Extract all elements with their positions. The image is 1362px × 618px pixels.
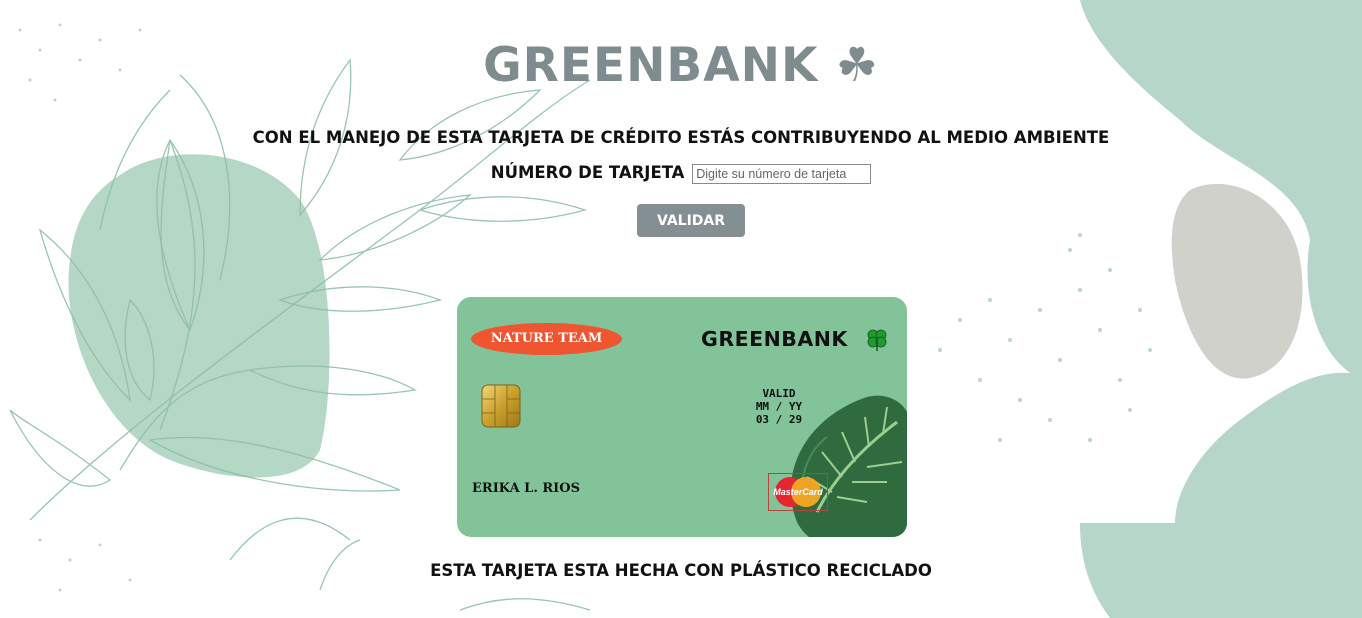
credit-card: NATURE TEAM GREENBANK VALID MM / YY 03 /… <box>457 297 907 537</box>
card-brand-name: GREENBANK <box>701 327 848 351</box>
valid-label: VALID <box>762 387 796 400</box>
chip-icon <box>481 384 521 428</box>
nature-team-badge: NATURE TEAM <box>471 323 622 355</box>
card-number-label: NÚMERO DE TARJETA <box>490 163 685 182</box>
shamrock-icon: ☘ <box>835 38 879 93</box>
card-holder-name: ERIKA L. RIOS <box>472 481 580 496</box>
footer-note: ESTA TARJETA ESTA HECHA CON PLÁSTICO REC… <box>430 561 932 580</box>
mastercard-text: MasterCard <box>773 487 823 497</box>
valid-date: 03 / 29 <box>755 413 803 426</box>
page-subtitle: CON EL MANEJO DE ESTA TARJETA DE CRÉDITO… <box>252 128 1110 147</box>
mastercard-logo-icon: MasterCard <box>768 473 828 511</box>
valid-thru: VALID MM / YY 03 / 29 <box>729 387 829 426</box>
card-number-input[interactable] <box>692 163 872 184</box>
card-number-row: NÚMERO DE TARJETA <box>0 163 1362 184</box>
four-leaf-clover-icon <box>867 329 887 351</box>
page-content: GREENBANK ☘ CON EL MANEJO DE ESTA TARJET… <box>0 0 1362 618</box>
validate-button[interactable]: VALIDAR <box>637 204 745 237</box>
title-text: GREENBANK <box>483 38 819 93</box>
page-title: GREENBANK ☘ <box>0 38 1362 93</box>
valid-format: MM / YY <box>755 400 803 413</box>
